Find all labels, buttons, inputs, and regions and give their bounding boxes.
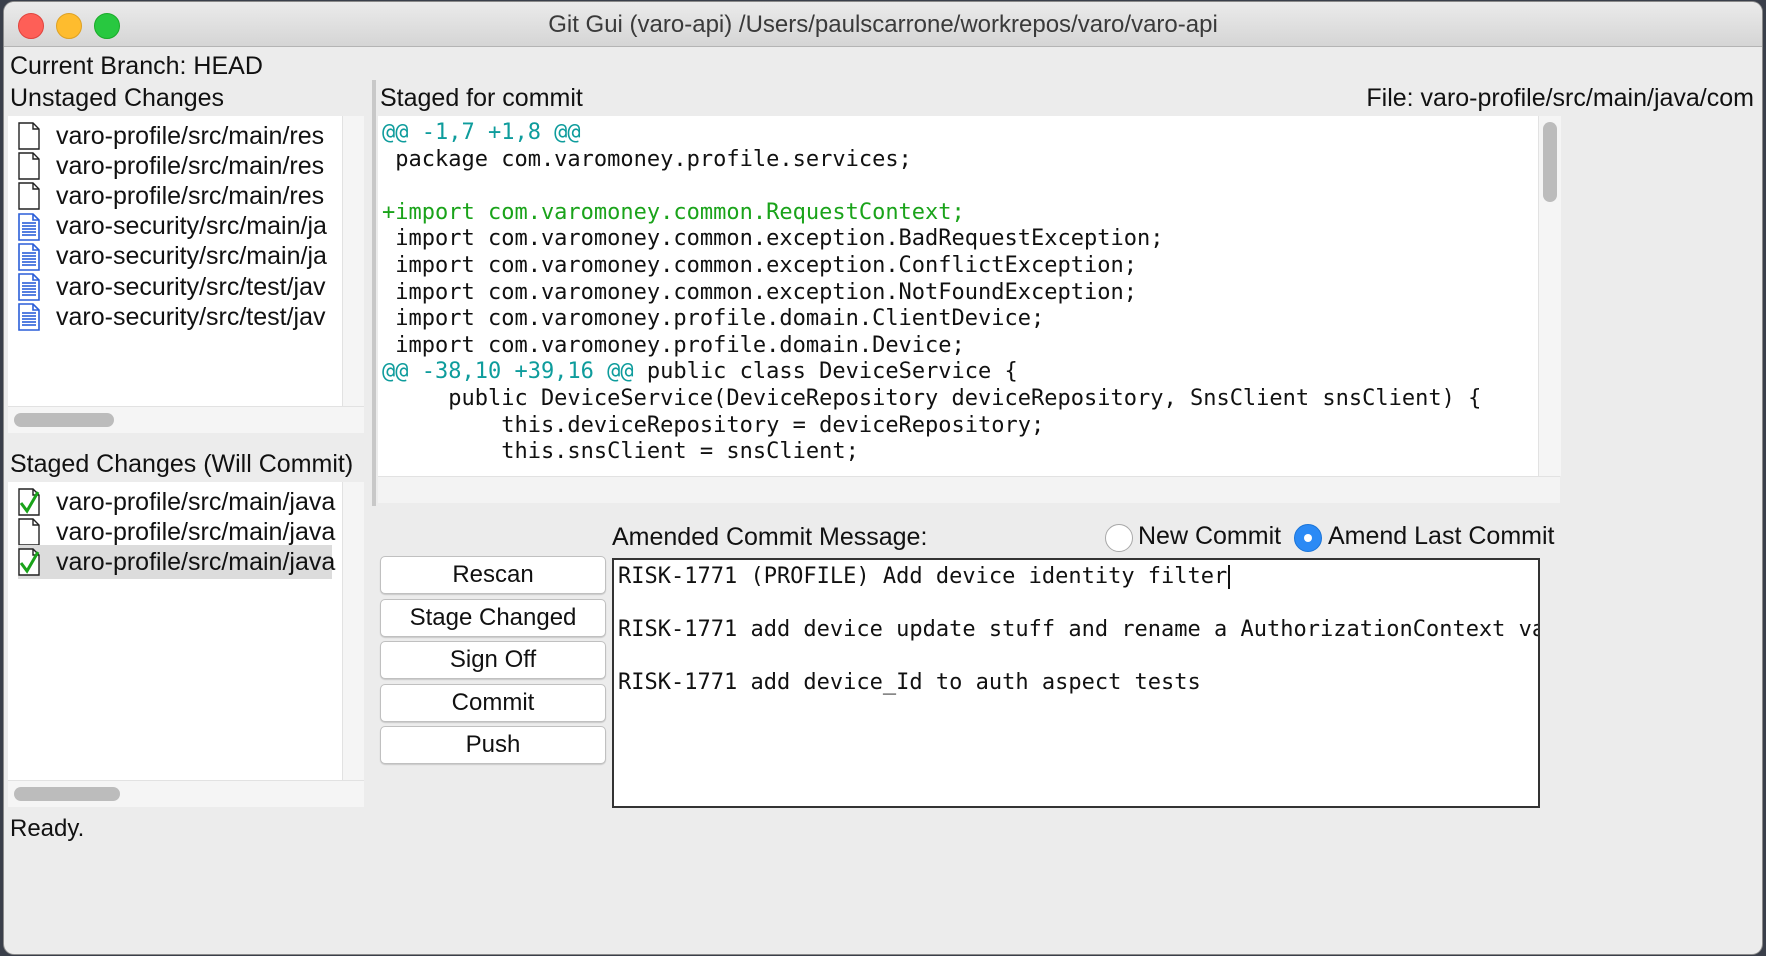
unstaged-scroll-thumb[interactable] bbox=[14, 413, 114, 427]
stage-changed-button[interactable]: Stage Changed bbox=[380, 599, 606, 637]
diff-hunk-context: public class DeviceService { bbox=[633, 359, 1018, 385]
new-commit-radio[interactable] bbox=[1105, 524, 1133, 552]
diff-scroll-thumb[interactable] bbox=[1543, 122, 1557, 202]
staged-file-name: varo-profile/src/main/java bbox=[56, 487, 336, 516]
diff-line: @@ -38,10 +39,16 @@ public class DeviceS… bbox=[382, 359, 1018, 386]
file-modified-icon[interactable] bbox=[18, 212, 56, 241]
staged-horizontal-scrollbar[interactable] bbox=[8, 780, 364, 807]
diff-line: - bbox=[382, 466, 395, 476]
unstaged-file-row[interactable]: varo-security/src/test/jav bbox=[18, 300, 332, 334]
staged-file-name: varo-profile/src/main/java bbox=[56, 517, 336, 546]
diff-line: this.deviceRepository = deviceRepository… bbox=[382, 412, 1045, 438]
commit-message-line: RISK-1771 add device update stuff and re… bbox=[618, 617, 1540, 645]
unstaged-file-name: varo-security/src/main/ja bbox=[56, 242, 327, 271]
file-modified-icon[interactable] bbox=[18, 303, 56, 331]
file-staged-check-icon[interactable] bbox=[18, 488, 56, 516]
commit-message-line: RISK-1771 add device_Id to auth aspect t… bbox=[618, 670, 1201, 698]
amend-last-commit-radio[interactable] bbox=[1294, 524, 1322, 552]
commit-message-textarea[interactable]: RISK-1771 (PROFILE) Add device identity … bbox=[612, 558, 1540, 808]
file-staged-check-icon[interactable] bbox=[18, 548, 56, 577]
diff-line: @@ -1,7 +1,8 @@ bbox=[382, 120, 581, 145]
staged-file-name: varo-profile/src/main/java bbox=[56, 547, 336, 576]
diff-line: this.snsClient = snsClient; bbox=[382, 439, 859, 465]
unstaged-file-row[interactable]: varo-profile/src/main/res bbox=[18, 149, 332, 183]
unstaged-file-row[interactable]: varo-profile/src/main/res bbox=[18, 119, 332, 153]
status-bar-text: Ready. bbox=[10, 815, 85, 842]
commit-button[interactable]: Commit bbox=[380, 684, 606, 722]
unstaged-file-name: varo-security/src/main/ja bbox=[56, 212, 327, 241]
diff-line: +import com.varomoney.common.RequestCont… bbox=[382, 199, 965, 225]
unstaged-file-row[interactable]: varo-profile/src/main/res bbox=[18, 179, 332, 213]
staged-file-row[interactable]: varo-profile/src/main/java bbox=[18, 545, 336, 580]
file-modified-icon[interactable] bbox=[18, 242, 56, 271]
staged-scroll-thumb[interactable] bbox=[14, 787, 120, 801]
new-commit-label[interactable]: New Commit bbox=[1138, 522, 1281, 551]
unstaged-files-list[interactable]: varo-profile/src/main/res varo-profile/sr… bbox=[8, 116, 364, 406]
commit-message-line-text: RISK-1771 add device update stuff and re… bbox=[618, 617, 1540, 643]
diff-header-title: Staged for commit bbox=[380, 84, 583, 112]
diff-horizontal-scrollbar[interactable] bbox=[378, 476, 1560, 503]
unstaged-file-row[interactable]: varo-security/src/test/jav bbox=[18, 270, 332, 304]
sign-off-button[interactable]: Sign Off bbox=[380, 641, 606, 679]
unstaged-horizontal-scrollbar[interactable] bbox=[8, 406, 364, 433]
commit-message-line-text: RISK-1771 add device_Id to auth aspect t… bbox=[618, 670, 1201, 696]
title-bar: Git Gui (varo-api) /Users/paulscarrone/w… bbox=[4, 2, 1762, 47]
file-blank-icon[interactable] bbox=[18, 122, 56, 150]
window-title: Git Gui (varo-api) /Users/paulscarrone/w… bbox=[548, 11, 1218, 38]
diff-viewer[interactable]: @@ -1,7 +1,8 @@ package com.varomoney.pr… bbox=[378, 116, 1538, 476]
diff-line: import com.varomoney.common.exception.No… bbox=[382, 279, 1137, 305]
diff-vertical-scrollbar[interactable] bbox=[1538, 116, 1561, 476]
diff-line: import com.varomoney.common.exception.Ba… bbox=[382, 226, 1164, 252]
unstaged-changes-header: Unstaged Changes bbox=[10, 84, 225, 112]
unstaged-vertical-scrollbar[interactable] bbox=[342, 116, 364, 406]
file-blank-icon[interactable] bbox=[18, 518, 56, 546]
unstaged-file-name: varo-security/src/test/jav bbox=[56, 302, 326, 331]
staged-files-list[interactable]: varo-profile/src/main/java varo-profile/s… bbox=[8, 482, 364, 780]
diff-file-label: File: varo-profile/src/main/java/com bbox=[1366, 84, 1754, 112]
diff-line: import com.varomoney.profile.domain.Clie… bbox=[382, 306, 1045, 332]
unstaged-file-name: varo-profile/src/main/res bbox=[56, 121, 325, 150]
push-button[interactable]: Push bbox=[380, 726, 606, 764]
file-blank-icon[interactable] bbox=[18, 182, 56, 211]
amend-last-commit-label[interactable]: Amend Last Commit bbox=[1328, 522, 1554, 551]
staged-vertical-scrollbar[interactable] bbox=[342, 482, 364, 780]
file-blank-icon[interactable] bbox=[18, 152, 56, 180]
commit-message-line: RISK-1771 (PROFILE) Add device identity … bbox=[618, 564, 1231, 592]
pane-splitter[interactable] bbox=[372, 80, 376, 506]
text-cursor bbox=[1228, 565, 1231, 589]
commit-message-line-text: RISK-1771 (PROFILE) Add device identity … bbox=[618, 564, 1228, 589]
unstaged-file-name: varo-profile/src/main/res bbox=[56, 181, 325, 210]
diff-hunk-header: @@ -38,10 +39,16 @@ bbox=[382, 359, 634, 385]
staged-changes-header: Staged Changes (Will Commit) bbox=[10, 450, 354, 478]
unstaged-file-row[interactable]: varo-security/src/main/ja bbox=[18, 240, 332, 274]
diff-line: import com.varomoney.profile.domain.Devi… bbox=[382, 332, 965, 358]
staged-file-row[interactable]: varo-profile/src/main/java bbox=[18, 485, 336, 519]
rescan-button[interactable]: Rescan bbox=[380, 556, 606, 594]
file-modified-icon[interactable] bbox=[18, 273, 56, 301]
commit-message-label: Amended Commit Message: bbox=[612, 523, 928, 551]
current-branch-label: Current Branch: HEAD bbox=[10, 52, 263, 80]
diff-line: public DeviceService(DeviceRepository de… bbox=[382, 386, 1482, 411]
unstaged-file-name: varo-security/src/test/jav bbox=[56, 272, 326, 301]
staged-file-row[interactable]: varo-profile/src/main/java bbox=[18, 515, 336, 549]
unstaged-file-row[interactable]: varo-security/src/main/ja bbox=[18, 210, 332, 244]
unstaged-file-name: varo-profile/src/main/res bbox=[56, 151, 325, 180]
git-gui-window: Git Gui (varo-api) /Users/paulscarrone/w… bbox=[4, 2, 1762, 954]
diff-line: package com.varomoney.profile.services; bbox=[382, 146, 912, 172]
diff-line: import com.varomoney.common.exception.Co… bbox=[382, 253, 1137, 278]
